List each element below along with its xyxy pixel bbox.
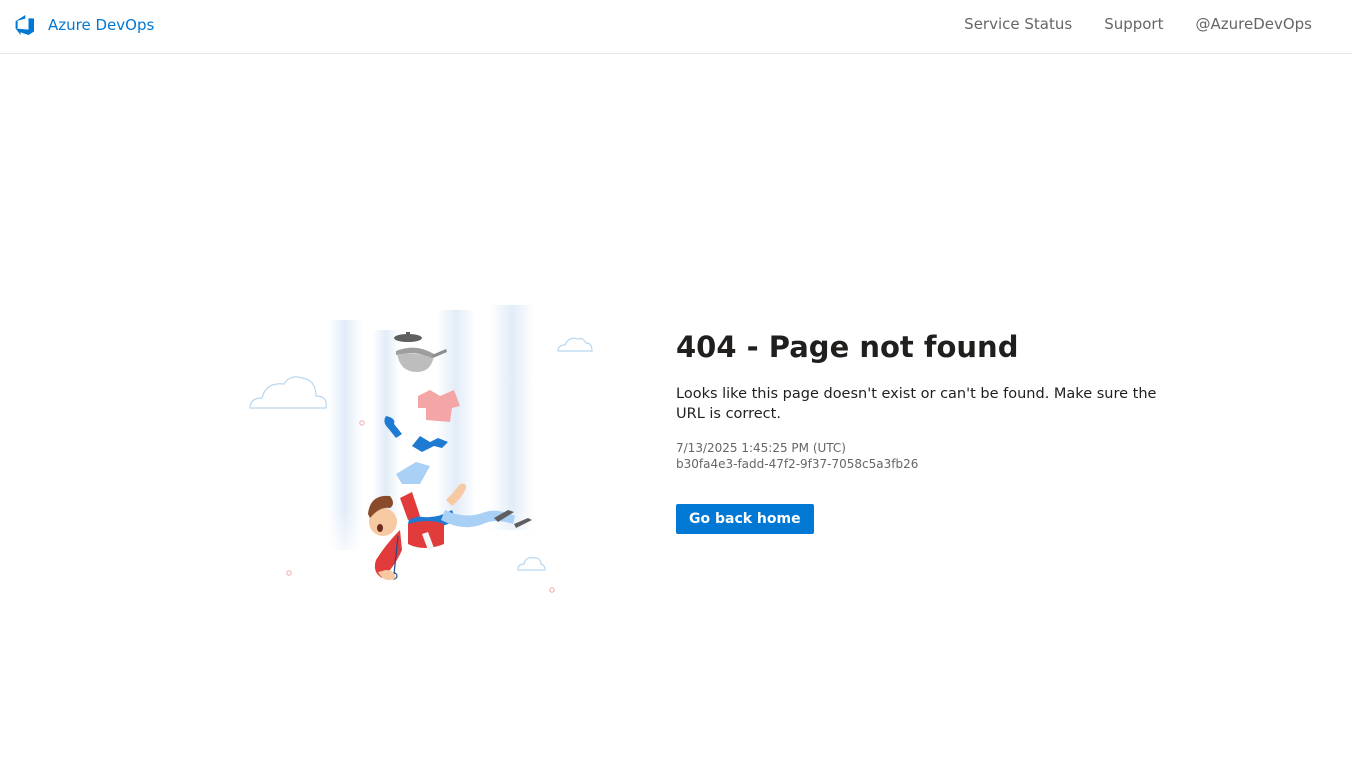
page-title: 404 - Page not found: [676, 330, 1019, 364]
error-panel: 404 - Page not found Looks like this pag…: [676, 328, 1186, 534]
activity-id: b30fa4e3-fadd-47f2-9f37-7058c5a3fb26: [676, 457, 919, 471]
falling-person-illustration: [249, 305, 593, 593]
nav-twitter-link[interactable]: @AzureDevOps: [1195, 14, 1312, 34]
go-back-home-button[interactable]: Go back home: [676, 504, 814, 534]
azure-devops-logo-icon: [15, 15, 34, 35]
top-bar: Azure DevOps Service Status Support @Azu…: [0, 0, 1352, 54]
error-message: Looks like this page doesn't exist or ca…: [676, 386, 1157, 422]
error-timestamp: 7/13/2025 1:45:25 PM (UTC): [676, 441, 846, 455]
nav-service-status-link[interactable]: Service Status: [964, 14, 1072, 34]
nav-support-link[interactable]: Support: [1104, 14, 1163, 34]
top-nav: Service Status Support @AzureDevOps: [932, 14, 1312, 34]
brand-link[interactable]: Azure DevOps: [13, 13, 154, 37]
brand-name: Azure DevOps: [48, 16, 155, 34]
error-details: 7/13/2025 1:45:25 PM (UTC) b30fa4e3-fadd…: [676, 440, 1186, 472]
